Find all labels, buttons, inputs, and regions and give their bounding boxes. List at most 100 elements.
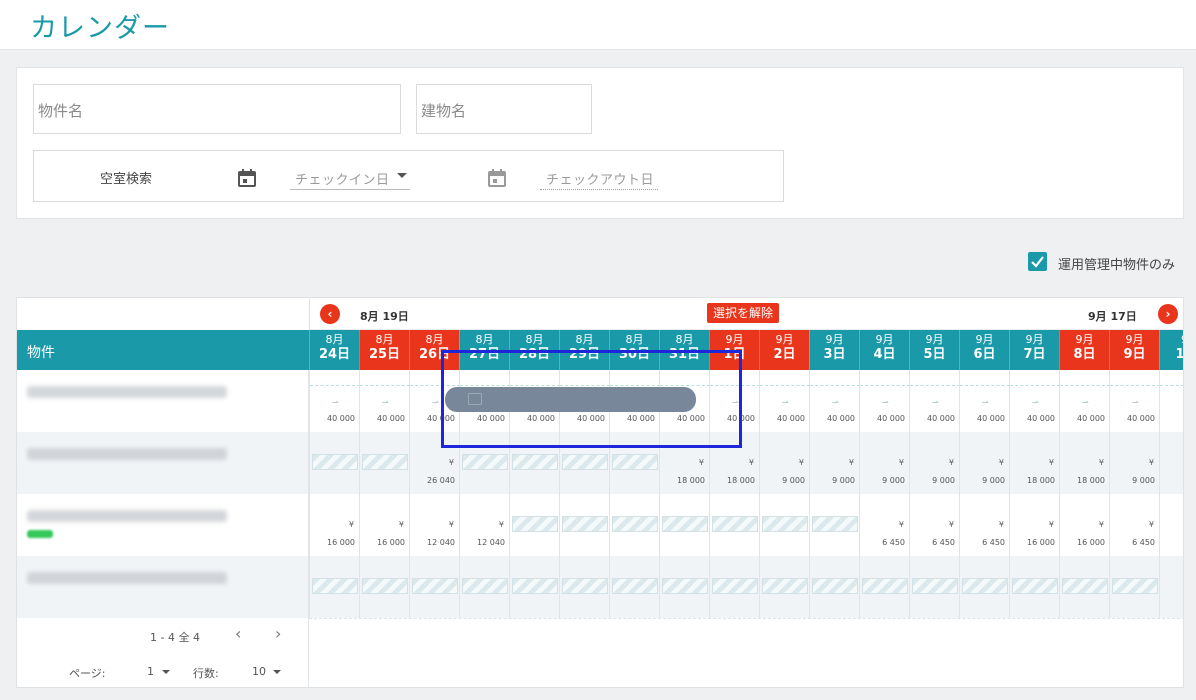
- day-column-header[interactable]: 9月 9日: [1109, 330, 1159, 370]
- calendar-cell[interactable]: ¥6 450: [909, 494, 959, 556]
- calendar-cell[interactable]: [609, 494, 659, 556]
- calendar-cell[interactable]: ¥12 040: [459, 494, 509, 556]
- chevron-left-icon[interactable]: ‹: [235, 624, 241, 643]
- page-dropdown-icon[interactable]: [162, 670, 170, 674]
- managed-only-checkbox[interactable]: [1028, 252, 1047, 271]
- calendar-cell[interactable]: [809, 556, 859, 618]
- calendar-cell[interactable]: ¥9 000: [909, 432, 959, 494]
- calendar-cell[interactable]: [559, 556, 609, 618]
- calendar-cell[interactable]: [459, 556, 509, 618]
- calendar-cell[interactable]: [659, 494, 709, 556]
- calendar-cell[interactable]: ¥9 000: [809, 432, 859, 494]
- calendar-cell[interactable]: [1009, 556, 1059, 618]
- calendar-cell[interactable]: [659, 556, 709, 618]
- calendar-cell[interactable]: [509, 494, 559, 556]
- calendar-cell[interactable]: [1159, 494, 1183, 556]
- day-month: 9: [1160, 333, 1183, 346]
- calendar-cell[interactable]: ⇀ 40 000: [1059, 370, 1110, 432]
- managed-only-label[interactable]: 運用管理中物件のみ: [1058, 254, 1175, 273]
- property-row-label[interactable]: [17, 556, 309, 618]
- divider: [1060, 385, 1110, 386]
- calendar-cell[interactable]: ⇀ 40 000: [309, 370, 360, 432]
- calendar-cell[interactable]: [409, 556, 459, 618]
- calendar-cell[interactable]: [359, 556, 409, 618]
- calendar-cell[interactable]: ¥18 000: [1059, 432, 1109, 494]
- calendar-cell[interactable]: ¥18 000: [1009, 432, 1059, 494]
- calendar-cell[interactable]: [1159, 556, 1183, 618]
- calendar-cell[interactable]: ¥16 000: [309, 494, 359, 556]
- yen-symbol: ¥: [498, 520, 504, 529]
- checkin-date-field[interactable]: チェックイン日: [295, 169, 390, 188]
- calendar-cell[interactable]: ¥16 000: [359, 494, 409, 556]
- calendar-cell[interactable]: ⇀ 40 000: [959, 370, 1010, 432]
- day-column-header[interactable]: 9月 7日: [1009, 330, 1059, 370]
- calendar-cell[interactable]: ⇀ 40 000: [909, 370, 960, 432]
- calendar-cell[interactable]: ¥12 040: [409, 494, 459, 556]
- chevron-left-icon[interactable]: ‹: [320, 304, 340, 324]
- calendar-cell[interactable]: [1159, 432, 1183, 494]
- day-month: 9月: [725, 333, 744, 346]
- day-column-header[interactable]: 9月 3日: [809, 330, 859, 370]
- calendar-cell[interactable]: ¥9 000: [759, 432, 809, 494]
- property-row-label[interactable]: [17, 494, 309, 556]
- calendar-cell[interactable]: ⇀ 40 000: [859, 370, 910, 432]
- calendar-cell[interactable]: ⇀ 40 000: [1109, 370, 1160, 432]
- calendar-cell[interactable]: ⇀ 40 000: [759, 370, 810, 432]
- range-icon: ⇀: [1132, 398, 1139, 407]
- calendar-cell[interactable]: [709, 556, 759, 618]
- rows-select[interactable]: 10: [252, 665, 266, 678]
- calendar-icon[interactable]: [487, 168, 507, 188]
- calendar-cell[interactable]: [609, 556, 659, 618]
- calendar-cell[interactable]: ⇀ 40 000: [1009, 370, 1060, 432]
- property-name-field[interactable]: 物件名: [33, 84, 401, 134]
- checkin-dropdown-icon[interactable]: [397, 173, 407, 178]
- calendar-cell[interactable]: ¥6 450: [959, 494, 1009, 556]
- property-row-label[interactable]: [17, 370, 309, 432]
- calendar-cell[interactable]: [759, 556, 809, 618]
- calendar-cell[interactable]: [859, 556, 909, 618]
- day-column-header[interactable]: 9月 4日: [859, 330, 909, 370]
- calendar-icon[interactable]: [237, 168, 257, 188]
- calendar-cell[interactable]: [1109, 556, 1159, 618]
- clear-selection-button[interactable]: 選択を解除: [707, 303, 780, 323]
- yen-symbol: ¥: [1098, 458, 1104, 467]
- calendar-cell[interactable]: [709, 494, 759, 556]
- calendar-cell[interactable]: [809, 494, 859, 556]
- calendar-cell[interactable]: [509, 556, 559, 618]
- calendar-cell[interactable]: ¥16 000: [1059, 494, 1109, 556]
- range-icon: ⇀: [782, 398, 789, 407]
- calendar-cell[interactable]: ¥9 000: [1109, 432, 1159, 494]
- calendar-cell[interactable]: ⇀ 40 000: [809, 370, 860, 432]
- calendar-cell[interactable]: [559, 494, 609, 556]
- day-column-header[interactable]: 9月 6日: [959, 330, 1009, 370]
- day-column-header[interactable]: 8月 24日: [309, 330, 359, 370]
- calendar-cell[interactable]: [959, 556, 1009, 618]
- calendar-cell[interactable]: [309, 432, 359, 494]
- calendar-cell[interactable]: [909, 556, 959, 618]
- chevron-right-icon[interactable]: ›: [275, 624, 281, 643]
- day-date: 24日: [318, 347, 351, 362]
- property-row-label[interactable]: [17, 432, 309, 494]
- calendar-cell[interactable]: [359, 432, 409, 494]
- calendar-cell[interactable]: ¥16 000: [1009, 494, 1059, 556]
- calendar-cell[interactable]: [309, 556, 359, 618]
- calendar-cell[interactable]: ¥9 000: [959, 432, 1009, 494]
- calendar-cell[interactable]: ¥9 000: [859, 432, 909, 494]
- calendar-cell[interactable]: [1159, 370, 1183, 432]
- building-name-field[interactable]: 建物名: [416, 84, 592, 134]
- calendar-cell[interactable]: ¥6 450: [859, 494, 909, 556]
- calendar-cell[interactable]: ⇀ 40 000: [359, 370, 410, 432]
- checkout-date-field[interactable]: チェックアウト日: [546, 169, 654, 188]
- rows-dropdown-icon[interactable]: [273, 670, 281, 674]
- day-column-header[interactable]: 9月 5日: [909, 330, 959, 370]
- page-select[interactable]: 1: [147, 665, 154, 678]
- day-column-header[interactable]: 8月 25日: [359, 330, 409, 370]
- day-column-header[interactable]: 910: [1159, 330, 1183, 370]
- chevron-right-icon[interactable]: ›: [1158, 304, 1178, 324]
- day-column-header[interactable]: 9月 2日: [759, 330, 809, 370]
- calendar-cell[interactable]: [759, 494, 809, 556]
- calendar-cell[interactable]: [1059, 556, 1109, 618]
- unavailable-block: [762, 516, 808, 532]
- calendar-cell[interactable]: ¥6 450: [1109, 494, 1159, 556]
- day-column-header[interactable]: 9月 8日: [1059, 330, 1109, 370]
